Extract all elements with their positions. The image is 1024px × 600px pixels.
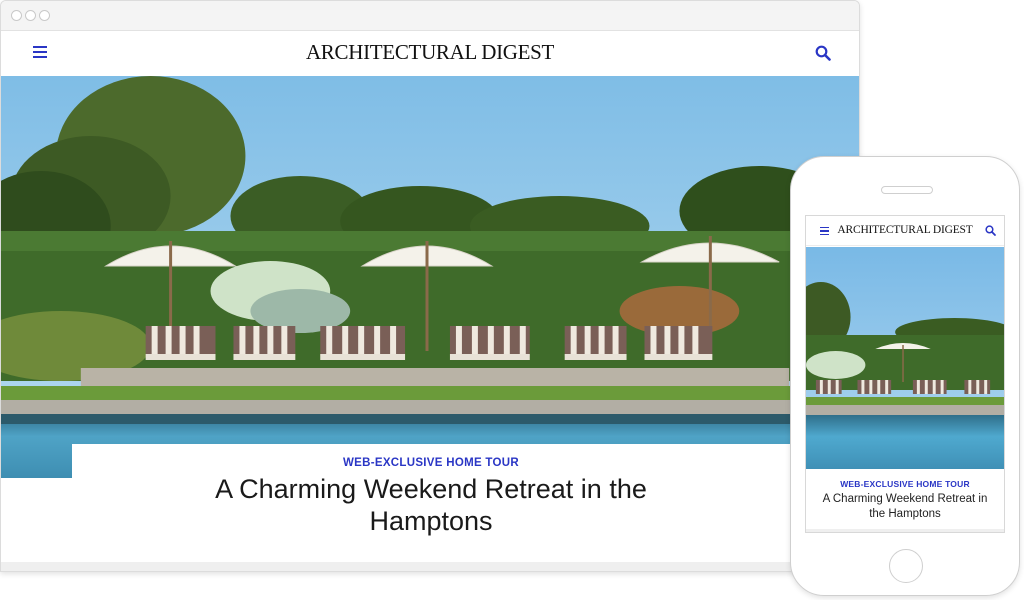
hero-image	[1, 76, 859, 478]
site-header: ARCHITECTURAL DIGEST	[1, 32, 859, 76]
site-logo[interactable]: ARCHITECTURAL DIGEST	[1, 40, 859, 65]
window-minimize-button[interactable]	[25, 10, 36, 21]
window-close-button[interactable]	[11, 10, 22, 21]
article-kicker[interactable]: WEB-EXCLUSIVE HOME TOUR	[72, 457, 790, 469]
mobile-article-headline[interactable]: A Charming Weekend Retreat in the Hampto…	[815, 492, 995, 522]
phone-screen: ARCHITECTURAL DIGEST WEB-EXCLUSIVE HOME …	[805, 215, 1005, 533]
mobile-site-logo[interactable]: ARCHITECTURAL DIGEST	[806, 224, 1004, 236]
mobile-site-header: ARCHITECTURAL DIGEST	[806, 216, 1004, 246]
search-icon[interactable]	[815, 45, 831, 61]
phone-home-button[interactable]	[889, 549, 923, 583]
desktop-browser-window: ARCHITECTURAL DIGEST WEB-EXCLUSIVE HOME …	[0, 0, 860, 572]
mobile-article-card[interactable]: WEB-EXCLUSIVE HOME TOUR A Charming Weeke…	[806, 469, 1004, 529]
browser-title-bar	[1, 1, 859, 31]
search-icon[interactable]	[985, 225, 996, 236]
phone-speaker	[881, 186, 933, 194]
mobile-hero-image	[806, 247, 1004, 469]
page-divider	[1, 562, 859, 571]
article-headline[interactable]: A Charming Weekend Retreat in the Hampto…	[191, 473, 671, 537]
mobile-article-kicker[interactable]: WEB-EXCLUSIVE HOME TOUR	[806, 479, 1004, 489]
mobile-page-divider	[806, 529, 1004, 532]
phone-device: ARCHITECTURAL DIGEST WEB-EXCLUSIVE HOME …	[790, 156, 1020, 596]
window-maximize-button[interactable]	[39, 10, 50, 21]
article-card[interactable]: WEB-EXCLUSIVE HOME TOUR A Charming Weeke…	[72, 444, 790, 562]
